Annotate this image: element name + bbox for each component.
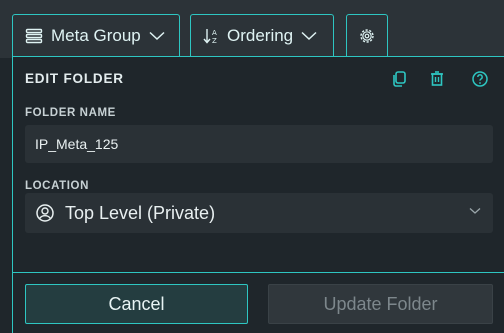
user-circle-icon bbox=[36, 204, 54, 222]
location-value: Top Level (Private) bbox=[65, 202, 216, 223]
folder-name-label: FOLDER NAME bbox=[25, 107, 116, 119]
edit-folder-panel: EDIT FOLDER FOLDER NAME IP_Meta_125 LOCA… bbox=[12, 56, 504, 333]
list-icon bbox=[25, 28, 43, 43]
gear-icon bbox=[360, 28, 374, 43]
help-icon[interactable] bbox=[470, 69, 490, 89]
settings-button[interactable] bbox=[346, 14, 388, 56]
meta-group-label: Meta Group bbox=[51, 25, 141, 45]
trash-icon[interactable] bbox=[427, 69, 447, 89]
chevron-down-icon bbox=[301, 31, 317, 40]
sort-icon: A Z bbox=[203, 28, 217, 45]
divider bbox=[13, 272, 504, 273]
update-folder-button[interactable]: Update Folder bbox=[268, 284, 493, 324]
copy-icon[interactable] bbox=[389, 69, 409, 89]
cancel-button[interactable]: Cancel bbox=[25, 284, 248, 324]
folder-name-input[interactable]: IP_Meta_125 bbox=[25, 125, 493, 163]
svg-text:A: A bbox=[212, 29, 217, 37]
meta-group-dropdown[interactable]: Meta Group bbox=[12, 14, 180, 56]
location-label: LOCATION bbox=[25, 180, 89, 192]
ordering-label: Ordering bbox=[227, 25, 294, 45]
update-label: Update Folder bbox=[323, 293, 438, 314]
folder-name-value: IP_Meta_125 bbox=[35, 136, 119, 152]
location-select[interactable]: Top Level (Private) bbox=[25, 193, 493, 233]
panel-title: EDIT FOLDER bbox=[25, 71, 124, 86]
cancel-label: Cancel bbox=[108, 293, 165, 314]
toolbar: Meta Group A Z Ordering bbox=[0, 0, 504, 58]
svg-text:Z: Z bbox=[212, 37, 217, 45]
ordering-dropdown[interactable]: A Z Ordering bbox=[190, 14, 334, 56]
chevron-down-icon bbox=[149, 31, 165, 40]
chevron-down-icon bbox=[469, 208, 481, 214]
